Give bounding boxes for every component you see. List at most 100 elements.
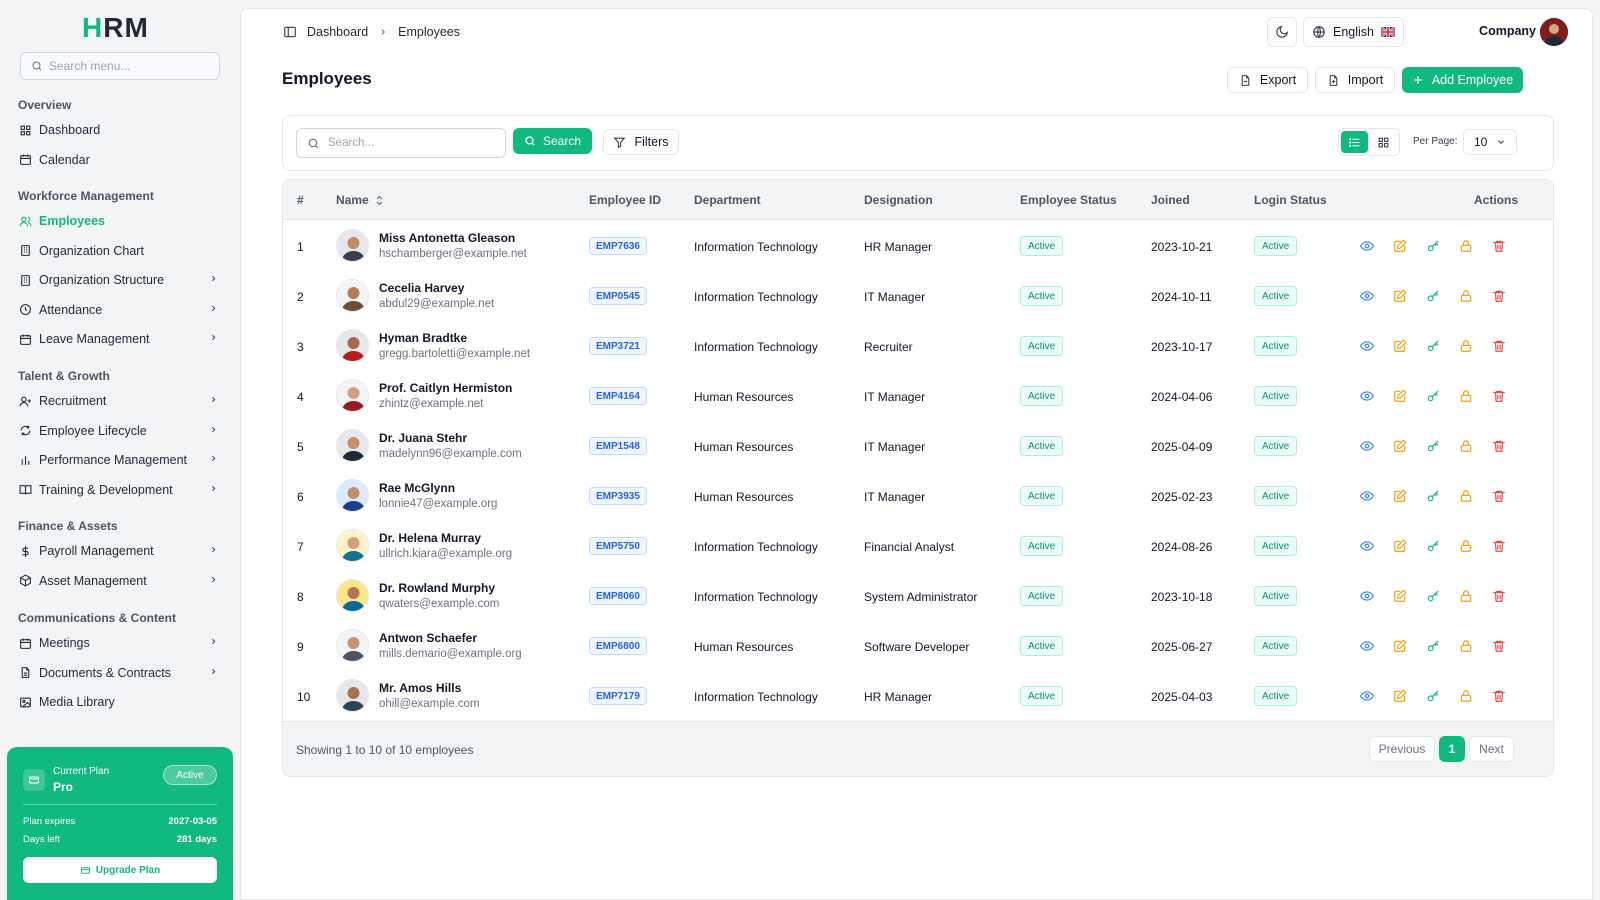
sidebar-item-dashboard[interactable]: Dashboard — [18, 118, 222, 142]
sidebar-item-meetings[interactable]: Meetings — [18, 631, 222, 655]
export-button[interactable]: Export — [1227, 67, 1308, 93]
delete-button[interactable] — [1491, 638, 1507, 654]
edit-button[interactable] — [1392, 438, 1408, 454]
employee-name[interactable]: Hyman Bradtke — [379, 331, 467, 345]
delete-button[interactable] — [1491, 438, 1507, 454]
reset-password-button[interactable] — [1425, 438, 1441, 454]
delete-button[interactable] — [1491, 338, 1507, 354]
theme-toggle-button[interactable] — [1267, 17, 1297, 47]
sidebar-item-media-library[interactable]: Media Library — [18, 690, 222, 714]
reset-password-button[interactable] — [1425, 688, 1441, 704]
sidebar-item-employees[interactable]: Employees — [18, 209, 222, 233]
app-logo[interactable]: HRM — [82, 12, 149, 44]
search-button[interactable]: Search — [513, 128, 592, 154]
sidebar-item-attendance[interactable]: Attendance — [18, 298, 222, 322]
employee-name[interactable]: Rae McGlynn — [379, 481, 455, 495]
delete-button[interactable] — [1491, 588, 1507, 604]
edit-button[interactable] — [1392, 388, 1408, 404]
view-button[interactable] — [1359, 538, 1375, 554]
language-selector[interactable]: English — [1303, 17, 1404, 47]
upgrade-plan-button[interactable]: Upgrade Plan — [23, 857, 217, 883]
delete-button[interactable] — [1491, 288, 1507, 304]
previous-page-button[interactable]: Previous — [1369, 736, 1435, 762]
import-button[interactable]: Import — [1315, 67, 1395, 93]
edit-button[interactable] — [1392, 638, 1408, 654]
view-button[interactable] — [1359, 338, 1375, 354]
filters-button[interactable]: Filters — [603, 129, 679, 155]
page-1-button[interactable]: 1 — [1439, 736, 1465, 762]
next-page-button[interactable]: Next — [1469, 736, 1514, 762]
sidebar-item-payroll-management[interactable]: Payroll Management — [18, 539, 222, 563]
breadcrumb-dashboard[interactable]: Dashboard — [307, 25, 368, 39]
header-name[interactable]: Name — [336, 193, 384, 207]
sidebar-item-organization-structure[interactable]: Organization Structure — [18, 268, 222, 292]
row-actions — [1359, 488, 1507, 504]
sidebar-item-training-and-development[interactable]: Training & Development — [18, 478, 222, 502]
sidebar-toggle-icon[interactable] — [283, 25, 297, 39]
sidebar-item-recruitment[interactable]: Recruitment — [18, 389, 222, 413]
delete-button[interactable] — [1491, 538, 1507, 554]
reset-password-button[interactable] — [1425, 538, 1441, 554]
sidebar-item-calendar[interactable]: Calendar — [18, 148, 222, 172]
employee-name[interactable]: Prof. Caitlyn Hermiston — [379, 381, 512, 395]
edit-button[interactable] — [1392, 288, 1408, 304]
reset-password-button[interactable] — [1425, 388, 1441, 404]
view-button[interactable] — [1359, 638, 1375, 654]
grid-view-button[interactable] — [1370, 131, 1397, 153]
employee-name[interactable]: Dr. Rowland Murphy — [379, 581, 495, 595]
lock-button[interactable] — [1458, 588, 1474, 604]
edit-button[interactable] — [1392, 238, 1408, 254]
sidebar-item-organization-chart[interactable]: Organization Chart — [18, 239, 222, 263]
header-index: # — [297, 193, 304, 207]
employee-name[interactable]: Dr. Juana Stehr — [379, 431, 467, 445]
view-button[interactable] — [1359, 588, 1375, 604]
lock-button[interactable] — [1458, 438, 1474, 454]
lock-button[interactable] — [1458, 238, 1474, 254]
reset-password-button[interactable] — [1425, 488, 1441, 504]
employee-name[interactable]: Cecelia Harvey — [379, 281, 464, 295]
employee-name[interactable]: Mr. Amos Hills — [379, 681, 461, 695]
per-page-select[interactable]: 10 — [1463, 129, 1517, 155]
sidebar-item-performance-management[interactable]: Performance Management — [18, 448, 222, 472]
employee-name[interactable]: Antwon Schaefer — [379, 631, 477, 645]
user-avatar[interactable] — [1540, 18, 1568, 46]
view-button[interactable] — [1359, 238, 1375, 254]
sidebar-item-leave-management[interactable]: Leave Management — [18, 327, 222, 351]
lock-button[interactable] — [1458, 538, 1474, 554]
lock-button[interactable] — [1458, 488, 1474, 504]
view-button[interactable] — [1359, 438, 1375, 454]
reset-password-button[interactable] — [1425, 638, 1441, 654]
view-button[interactable] — [1359, 688, 1375, 704]
lock-button[interactable] — [1458, 688, 1474, 704]
delete-button[interactable] — [1491, 388, 1507, 404]
view-button[interactable] — [1359, 488, 1375, 504]
employee-search-input[interactable]: Search... — [296, 128, 506, 158]
edit-button[interactable] — [1392, 688, 1408, 704]
reset-password-button[interactable] — [1425, 288, 1441, 304]
delete-button[interactable] — [1491, 488, 1507, 504]
employee-name[interactable]: Dr. Helena Murray — [379, 531, 481, 545]
edit-button[interactable] — [1392, 488, 1408, 504]
view-button[interactable] — [1359, 288, 1375, 304]
reset-password-button[interactable] — [1425, 238, 1441, 254]
edit-button[interactable] — [1392, 538, 1408, 554]
add-employee-button[interactable]: Add Employee — [1402, 67, 1523, 93]
reset-password-button[interactable] — [1425, 338, 1441, 354]
lock-button[interactable] — [1458, 638, 1474, 654]
view-button[interactable] — [1359, 388, 1375, 404]
delete-button[interactable] — [1491, 238, 1507, 254]
edit-button[interactable] — [1392, 338, 1408, 354]
employee-name[interactable]: Miss Antonetta Gleason — [379, 231, 515, 245]
lock-button[interactable] — [1458, 388, 1474, 404]
sidebar-search-input[interactable]: Search menu... — [20, 52, 220, 80]
list-view-button[interactable] — [1341, 131, 1368, 153]
sidebar-item-employee-lifecycle[interactable]: Employee Lifecycle — [18, 419, 222, 443]
lock-button[interactable] — [1458, 288, 1474, 304]
reset-password-button[interactable] — [1425, 588, 1441, 604]
sidebar-item-asset-management[interactable]: Asset Management — [18, 569, 222, 593]
edit-button[interactable] — [1392, 588, 1408, 604]
sidebar-item-documents-and-contracts[interactable]: Documents & Contracts — [18, 661, 222, 685]
company-name[interactable]: Company — [1479, 24, 1536, 38]
delete-button[interactable] — [1491, 688, 1507, 704]
lock-button[interactable] — [1458, 338, 1474, 354]
